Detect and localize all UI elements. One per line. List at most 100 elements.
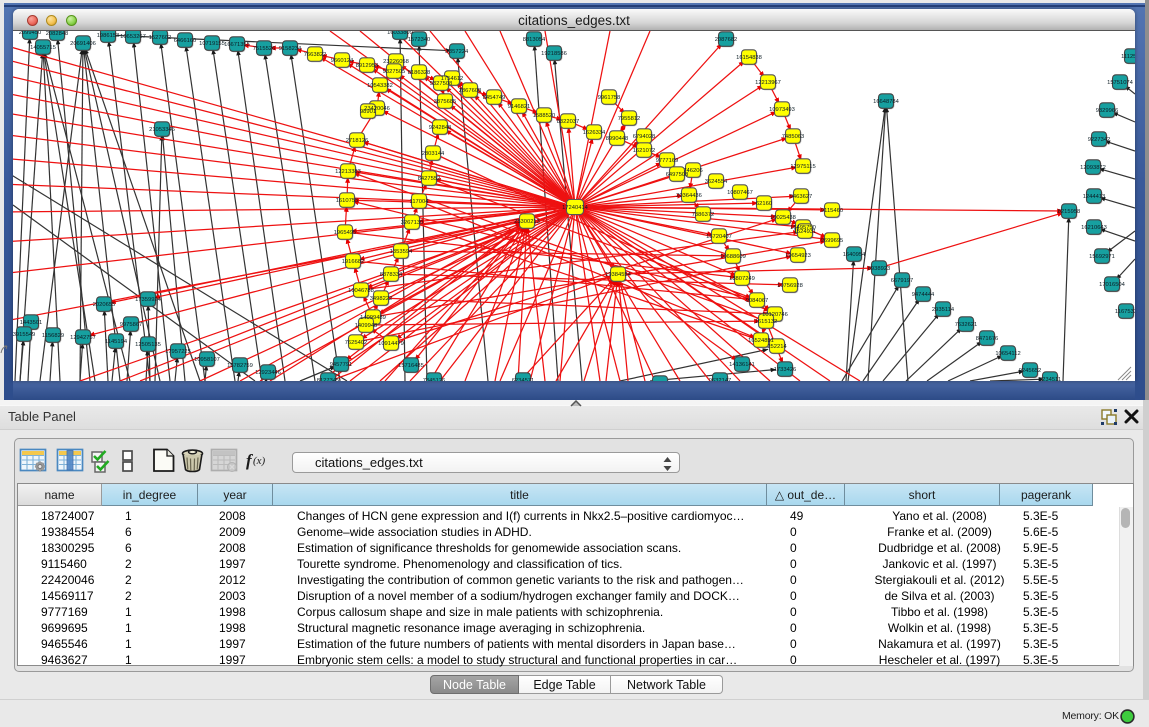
svg-text:10046788: 10046788	[348, 288, 374, 294]
svg-text:8186328: 8186328	[408, 70, 431, 76]
svg-text:9660124: 9660124	[331, 58, 354, 64]
svg-text:1986153: 1986153	[97, 33, 120, 39]
svg-text:12505135: 12505135	[135, 342, 161, 348]
svg-text:15720407: 15720407	[706, 234, 732, 240]
svg-text:9146821: 9146821	[508, 104, 531, 110]
svg-text:1621072: 1621072	[633, 148, 656, 154]
svg-text:16210643: 16210643	[1081, 225, 1107, 231]
svg-text:1916682: 1916682	[342, 259, 365, 265]
svg-text:1112541: 1112541	[1121, 54, 1135, 60]
svg-text:3624554: 3624554	[705, 179, 728, 185]
svg-text:1615132: 1615132	[755, 319, 778, 325]
svg-text:20691406: 20691406	[70, 41, 96, 47]
svg-text:17240414: 17240414	[562, 205, 589, 211]
svg-text:117004: 117004	[410, 199, 430, 205]
svg-text:9777169: 9777169	[656, 158, 679, 164]
svg-text:1409948: 1409948	[355, 323, 378, 329]
svg-text:8454749: 8454749	[483, 95, 506, 101]
svg-text:1588520: 1588520	[533, 113, 556, 119]
svg-text:1572340: 1572340	[408, 37, 431, 43]
svg-text:8878334: 8878334	[380, 272, 403, 278]
svg-text:7632621: 7632621	[955, 322, 978, 328]
svg-text:19218586: 19218586	[541, 51, 567, 57]
svg-text:2935114: 2935114	[932, 307, 955, 313]
svg-text:10958107: 10958107	[194, 357, 220, 363]
svg-text:16671355: 16671355	[224, 42, 250, 48]
svg-text:6794028: 6794028	[633, 134, 656, 140]
svg-text:2099450: 2099450	[19, 31, 42, 36]
svg-text:10025438: 10025438	[770, 215, 796, 221]
svg-text:3498222: 3498222	[370, 296, 393, 302]
svg-text:1626334: 1626334	[583, 130, 606, 136]
svg-text:8427552: 8427552	[418, 176, 441, 182]
svg-text:10914479: 10914479	[378, 341, 404, 347]
svg-text:7515526: 7515526	[253, 46, 276, 52]
svg-text:7345126: 7345126	[423, 378, 446, 381]
svg-text:9115460: 9115460	[821, 208, 843, 214]
svg-text:(x): (x)	[253, 455, 266, 467]
svg-text:15692971: 15692971	[1089, 254, 1115, 260]
svg-text:8813054: 8813054	[523, 37, 546, 43]
svg-text:9084067: 9084067	[746, 298, 769, 304]
svg-text:9245652: 9245652	[1019, 368, 1042, 374]
svg-text:15716485: 15716485	[398, 363, 424, 369]
svg-text:2020655: 2020655	[93, 302, 116, 308]
svg-text:1167533: 1167533	[1115, 309, 1135, 315]
svg-text:9961758: 9961758	[598, 95, 621, 101]
svg-text:1610755: 1610755	[336, 198, 359, 204]
svg-text:9327508: 9327508	[430, 81, 453, 87]
svg-text:6679197: 6679197	[891, 278, 914, 284]
svg-text:9329966: 9329966	[1096, 108, 1119, 114]
svg-text:9463627: 9463627	[790, 194, 813, 200]
svg-text:10973493: 10973493	[769, 107, 795, 113]
svg-text:2087682: 2087682	[715, 37, 738, 43]
svg-text:23226058: 23226058	[383, 59, 409, 65]
svg-text:8322037: 8322037	[557, 119, 580, 125]
svg-text:9327505: 9327505	[383, 69, 406, 75]
svg-text:8127345: 8127345	[317, 378, 340, 381]
svg-text:1353594: 1353594	[390, 249, 413, 255]
svg-text:12923446: 12923446	[255, 370, 281, 376]
svg-text:7625402: 7625402	[345, 340, 368, 346]
svg-text:1156829: 1156829	[42, 333, 64, 339]
svg-text:16033809: 16033809	[387, 31, 413, 36]
svg-text:9158234: 9158234	[279, 46, 302, 52]
svg-text:16154838: 16154838	[736, 55, 762, 61]
svg-text:1524931: 1524931	[794, 229, 817, 235]
svg-text:12213383: 12213383	[335, 169, 361, 175]
svg-text:14099489: 14099489	[360, 315, 386, 321]
svg-text:3267130: 3267130	[401, 220, 424, 226]
svg-text:9632147: 9632147	[709, 378, 732, 381]
svg-text:2867608: 2867608	[459, 88, 482, 94]
svg-text:62160: 62160	[756, 201, 772, 207]
svg-text:6497508: 6497508	[666, 172, 689, 178]
svg-text:10807467: 10807467	[727, 190, 753, 196]
svg-text:16648784: 16648784	[873, 99, 900, 105]
svg-text:10120746: 10120746	[762, 312, 788, 318]
svg-text:6234571: 6234571	[512, 378, 535, 381]
svg-text:7357224: 7357224	[446, 49, 469, 55]
svg-text:1640954: 1640954	[843, 252, 866, 258]
svg-text:18807249: 18807249	[729, 276, 755, 282]
svg-text:8234511: 8234511	[1039, 377, 1061, 381]
svg-text:10719155: 10719155	[199, 41, 225, 47]
svg-text:10653267: 10653267	[120, 34, 146, 40]
svg-text:2803144: 2803144	[422, 151, 445, 157]
svg-text:14055715: 14055715	[30, 45, 56, 51]
svg-text:8990448: 8990448	[606, 136, 629, 142]
svg-text:7663822: 7663822	[304, 52, 327, 58]
svg-text:14136141: 14136141	[729, 362, 755, 368]
svg-text:12942757: 12942757	[70, 335, 96, 341]
svg-text:9242848: 9242848	[429, 125, 452, 131]
svg-text:1443501: 1443501	[20, 320, 43, 326]
svg-text:16782759: 16782759	[227, 363, 253, 369]
svg-text:10756928: 10756928	[777, 283, 803, 289]
svg-text:1733426: 1733426	[774, 367, 797, 373]
svg-text:12213967: 12213967	[755, 80, 781, 86]
svg-text:10688609: 10688609	[720, 254, 746, 260]
svg-text:3915549: 3915549	[13, 332, 35, 338]
svg-text:9975867: 9975867	[120, 322, 143, 328]
svg-text:9227342: 9227342	[1088, 137, 1111, 143]
svg-text:19384554: 19384554	[605, 272, 632, 278]
svg-text:10654112: 10654112	[995, 351, 1020, 357]
